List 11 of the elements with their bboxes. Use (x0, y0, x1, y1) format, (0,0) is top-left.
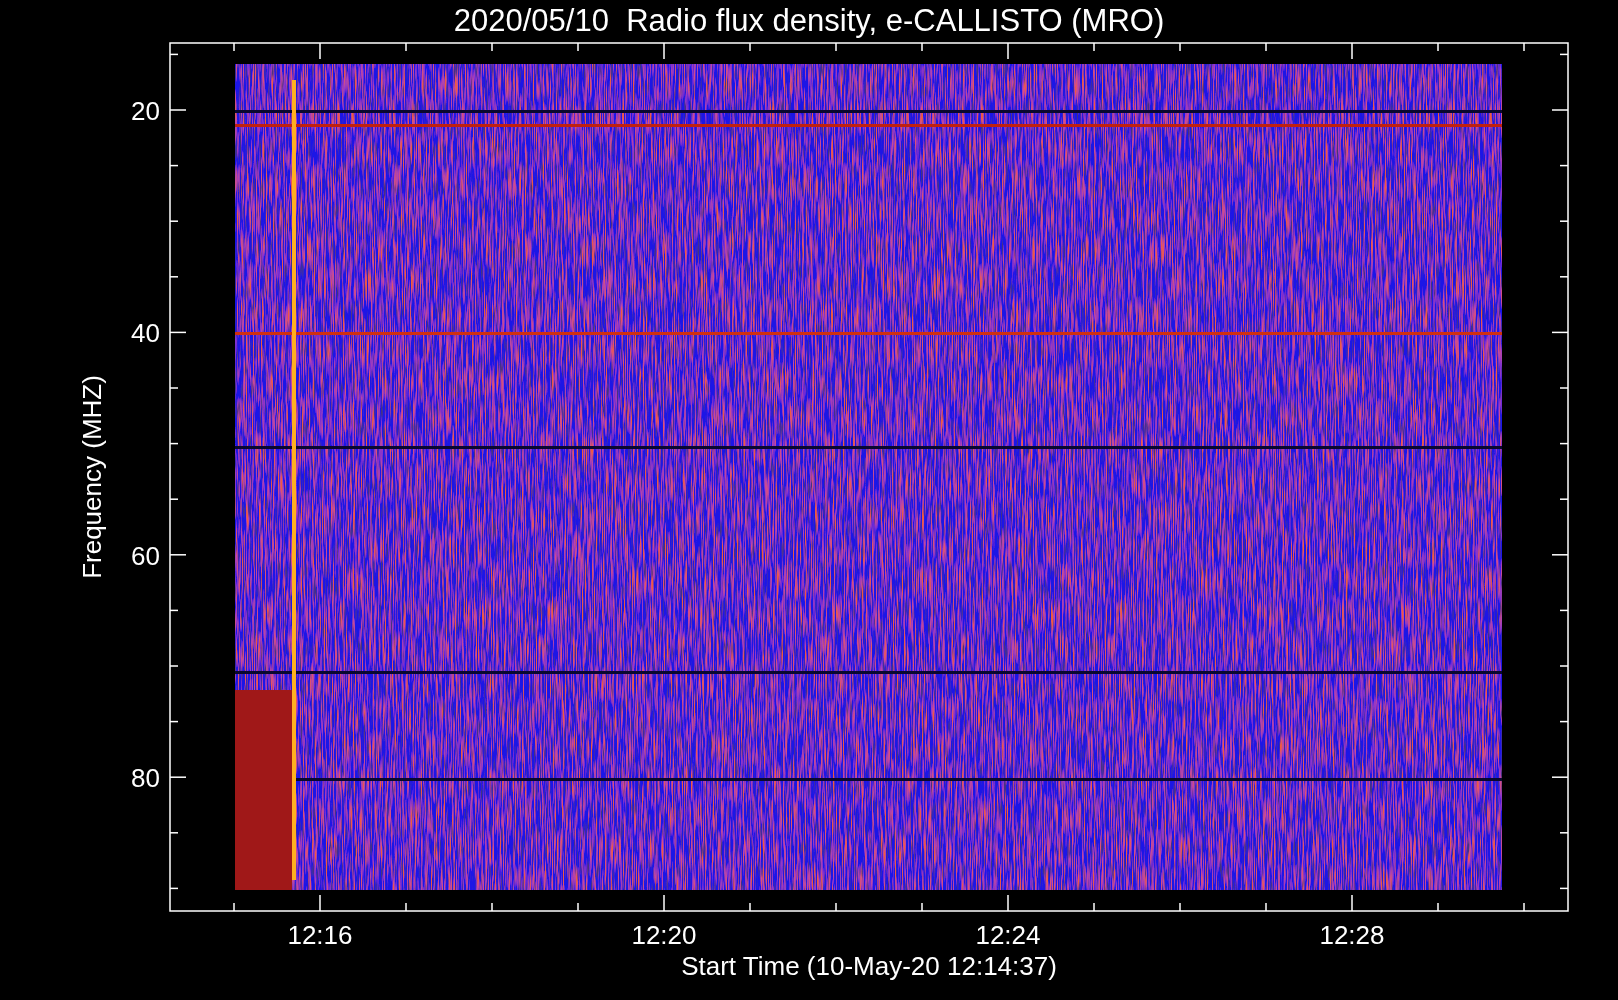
x-tick-label: 12:16 (287, 920, 353, 950)
x-tick-label: 12:28 (1319, 920, 1385, 950)
x-tick-label: 12:20 (631, 920, 697, 950)
y-tick-label: 40 (131, 318, 160, 349)
y-tick-label: 60 (131, 540, 160, 571)
chart-title: 2020/05/10 Radio flux density, e-CALLISTO (MRO) (453, 3, 1165, 38)
y-tick-label: 80 (131, 763, 160, 794)
y-tick-label: 20 (131, 96, 160, 126)
x-tick-label: 12:24 (975, 920, 1041, 950)
y-axis-label: Frequency (MHZ) (77, 375, 107, 579)
x-axis-label: Start Time (10-May-20 12:14:37) (681, 951, 1057, 981)
